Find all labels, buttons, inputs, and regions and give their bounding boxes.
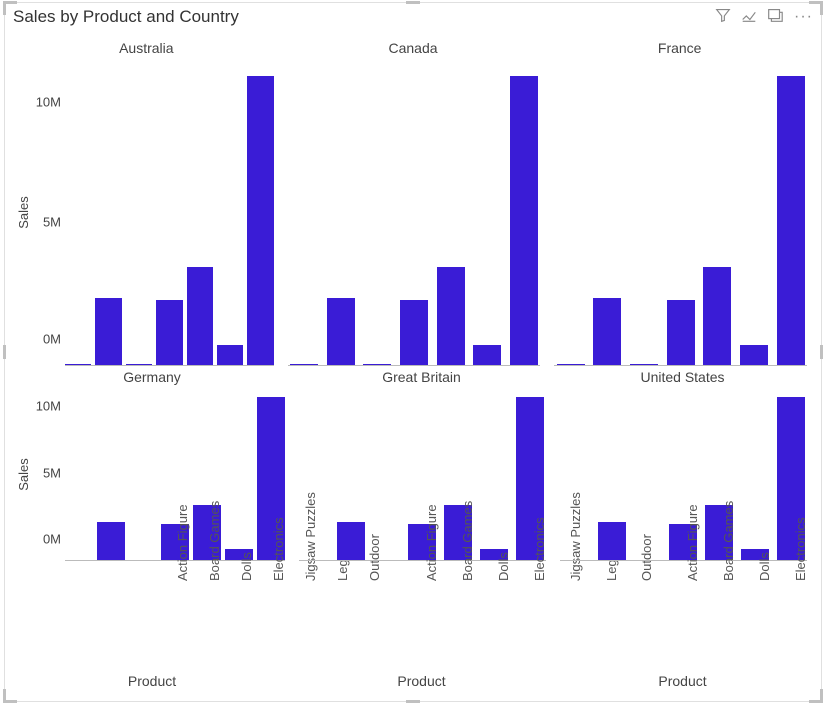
bar[interactable]: [598, 522, 626, 561]
bar[interactable]: [473, 345, 501, 366]
panel-title: Great Britain: [291, 366, 552, 388]
plot-area[interactable]: [65, 59, 280, 366]
x-axis-label: Product: [13, 671, 291, 695]
plot-area[interactable]: [554, 59, 813, 366]
bar[interactable]: [703, 267, 731, 366]
focus-mode-icon[interactable]: [766, 6, 784, 29]
panel-title: Germany: [13, 366, 291, 388]
resize-handle[interactable]: [820, 345, 823, 359]
y-axis-ticks: 0M 5M 10M: [33, 59, 65, 366]
x-axis-ticks: Action FigureBoard GamesDollsElectronics…: [291, 561, 552, 671]
bar[interactable]: [593, 298, 621, 366]
bar[interactable]: [740, 345, 768, 366]
bar[interactable]: [777, 76, 805, 366]
visual-header: Sales by Product and Country ···: [5, 3, 821, 31]
filter-icon[interactable]: [714, 6, 732, 29]
chart-title: Sales by Product and Country: [13, 7, 714, 27]
chart-panel: Great Britain Action FigureBoard GamesDo…: [291, 366, 552, 695]
x-tick-label: Electronics: [793, 553, 826, 581]
y-axis-ticks: 0M 5M 10M: [33, 388, 65, 561]
panel-title: Canada: [280, 37, 547, 59]
bar[interactable]: [510, 76, 538, 366]
x-axis-label: Product: [552, 671, 813, 695]
bar[interactable]: [400, 300, 428, 366]
chart-panel: France: [546, 37, 813, 366]
y-axis-label: Sales: [13, 388, 33, 561]
bar[interactable]: [337, 522, 365, 561]
bar[interactable]: [327, 298, 355, 366]
x-axis-ticks: Action FigureBoard GamesDollsElectronics…: [13, 561, 291, 671]
bar[interactable]: [97, 522, 125, 561]
panel-title: Australia: [13, 37, 280, 59]
bar[interactable]: [187, 267, 213, 366]
fields-icon[interactable]: [740, 6, 758, 29]
resize-handle[interactable]: [406, 700, 420, 703]
bar[interactable]: [667, 300, 695, 366]
chart-row: Germany Sales 0M 5M 10M Action FigureBoa…: [13, 366, 813, 695]
resize-handle[interactable]: [406, 1, 420, 4]
bar[interactable]: [156, 300, 182, 366]
chart-panel: Canada: [280, 37, 547, 366]
more-options-icon[interactable]: ···: [792, 9, 815, 25]
x-axis-ticks: Action FigureBoard GamesDollsElectronics…: [552, 561, 813, 671]
bar[interactable]: [247, 76, 273, 366]
panel-title: United States: [552, 366, 813, 388]
plot-area[interactable]: [288, 59, 547, 366]
bar[interactable]: [95, 298, 121, 366]
resize-handle[interactable]: [3, 345, 6, 359]
x-axis-label: Product: [291, 671, 552, 695]
chart-panel: Australia Sales 0M 5M 10M: [13, 37, 280, 366]
bar[interactable]: [437, 267, 465, 366]
chart-panel: United States Action FigureBoard GamesDo…: [552, 366, 813, 695]
chart-row: Australia Sales 0M 5M 10M Canada: [13, 37, 813, 366]
y-axis-label: Sales: [13, 59, 33, 366]
panel-title: France: [546, 37, 813, 59]
chart-panel: Germany Sales 0M 5M 10M Action FigureBoa…: [13, 366, 291, 695]
bar[interactable]: [217, 345, 243, 366]
visual-card[interactable]: Sales by Product and Country ··· Austral…: [4, 2, 822, 702]
small-multiples-grid: Australia Sales 0M 5M 10M Canada: [13, 37, 813, 695]
